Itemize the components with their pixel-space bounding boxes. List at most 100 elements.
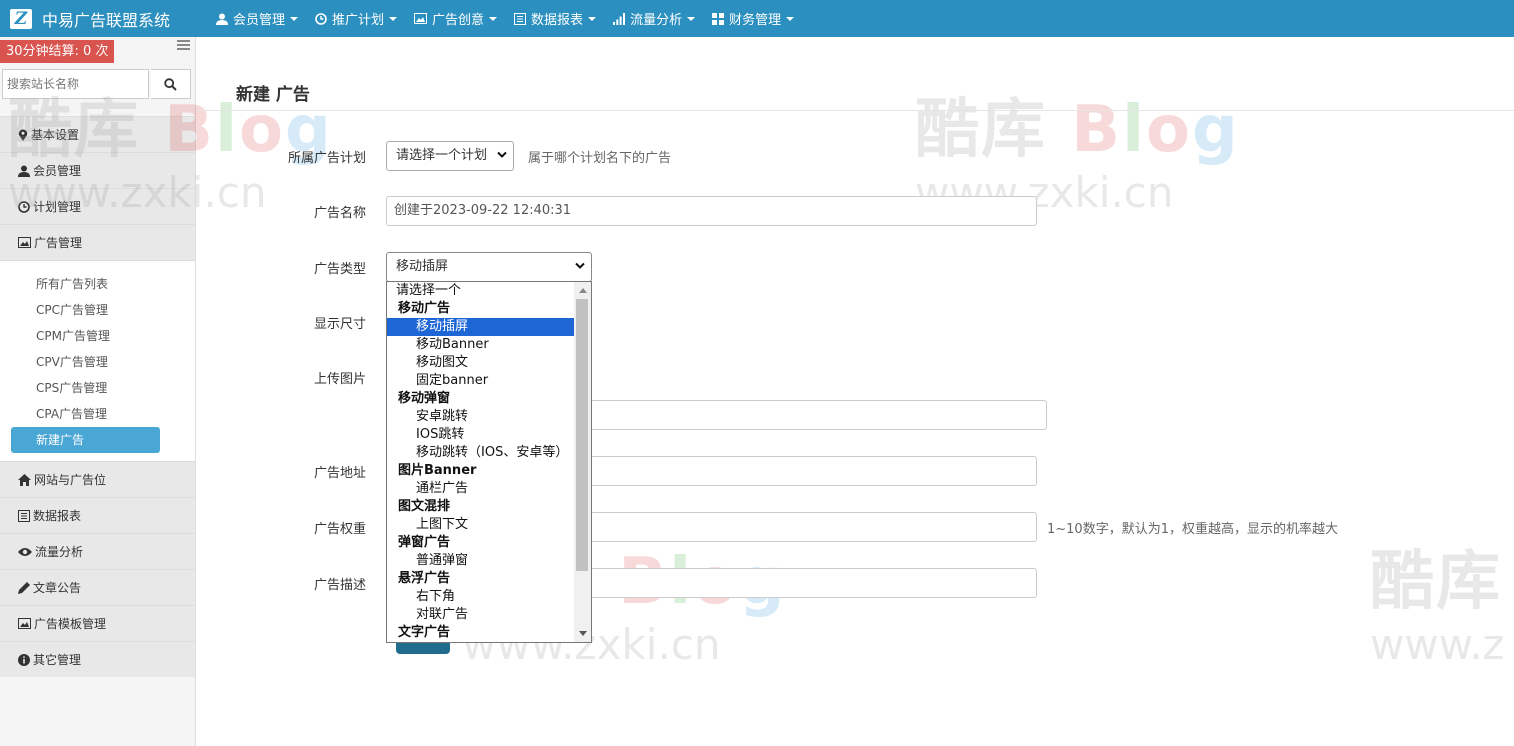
menu-ads[interactable]: 广告管理 <box>0 224 195 260</box>
menu-members[interactable]: 会员管理 <box>0 152 195 188</box>
chevron-down-icon <box>575 262 585 269</box>
ad-type-select[interactable]: 移动插屏 <box>386 252 592 282</box>
menu-label: 广告管理 <box>34 236 83 250</box>
list-icon <box>18 509 30 522</box>
chevron-down-icon <box>497 151 507 158</box>
menu-traffic[interactable]: 流量分析 <box>0 533 195 569</box>
nav-label: 数据报表 <box>531 13 584 28</box>
dropdown-option[interactable]: 上图下文 <box>387 516 575 534</box>
list-icon <box>514 12 527 25</box>
dropdown-optgroup: 移动弹窗 <box>398 391 451 406</box>
nav-item-creatives[interactable]: 广告创意 <box>414 9 498 28</box>
dropdown-options: 请选择一个 移动广告 移动插屏 移动Banner 移动图文 固定banner 移动弹窗 安卓跳… <box>387 282 575 642</box>
menu-articles[interactable]: 文章公告 <box>0 569 195 605</box>
menu-sites-zones[interactable]: 网站与广告位 <box>0 461 195 497</box>
caret-down-icon <box>588 16 597 21</box>
menu-label: 会员管理 <box>33 164 82 178</box>
dropdown-option[interactable]: 移动跳转（IOS、安卓等） <box>387 444 575 462</box>
nav-label: 会员管理 <box>233 13 286 28</box>
menu-label: 基本设置 <box>31 128 80 142</box>
nav-item-finance[interactable]: 财务管理 <box>712 9 795 28</box>
page-title: 新建 广告 <box>236 85 310 105</box>
nav-menu: 会员管理 推广计划 广告创意 数据报表 流量分析 财务管理 <box>216 0 811 37</box>
plan-label: 所属广告计划 <box>287 151 366 166</box>
dropdown-option[interactable]: IOS跳转 <box>387 426 575 444</box>
upload-label: 上传图片 <box>313 372 366 387</box>
dropdown-option-selected[interactable]: 移动插屏 <box>387 318 575 336</box>
sidebar-toggle-icon[interactable] <box>177 40 190 50</box>
ad-type-dropdown-list[interactable]: 请选择一个 移动广告 移动插屏 移动Banner 移动图文 固定banner 移动弹窗 安卓跳… <box>386 281 592 643</box>
menu-plans[interactable]: 计划管理 <box>0 188 195 224</box>
dropdown-option[interactable]: 安卓跳转 <box>387 408 575 426</box>
nav-label: 广告创意 <box>432 13 485 28</box>
menu-templates[interactable]: 广告模板管理 <box>0 605 195 641</box>
nav-item-members[interactable]: 会员管理 <box>216 9 299 28</box>
dropdown-optgroup: 弹窗广告 <box>398 535 451 550</box>
clock-icon <box>315 12 327 25</box>
dropdown-option[interactable]: 移动图文 <box>387 354 575 372</box>
submenu-cpv[interactable]: CPV广告管理 <box>0 349 195 375</box>
submenu-cpm[interactable]: CPM广告管理 <box>0 323 195 349</box>
grid-icon <box>712 12 725 25</box>
menu-label: 文章公告 <box>33 581 82 595</box>
submenu-cps[interactable]: CPS广告管理 <box>0 375 195 401</box>
search-input[interactable] <box>2 69 149 99</box>
clock-icon <box>18 200 30 213</box>
menu-other[interactable]: 其它管理 <box>0 641 195 677</box>
scroll-up-arrow-icon[interactable] <box>579 288 587 293</box>
menu-label: 流量分析 <box>35 545 84 559</box>
submenu-cpc[interactable]: CPC广告管理 <box>0 297 195 323</box>
dropdown-optgroup: 文字广告 <box>398 625 451 640</box>
watermark-text: 酷库 <box>915 93 1047 167</box>
dropdown-option[interactable]: 请选择一个 <box>387 282 575 300</box>
dropdown-option[interactable]: 右下角 <box>387 588 575 606</box>
menu-label: 计划管理 <box>33 200 82 214</box>
url-label: 广告地址 <box>313 466 366 481</box>
scroll-down-arrow-icon[interactable] <box>579 631 587 636</box>
submenu-new-ad[interactable]: 新建广告 <box>11 427 160 453</box>
pencil-icon <box>18 581 30 594</box>
menu-label: 其它管理 <box>33 653 82 667</box>
caret-down-icon <box>489 16 498 21</box>
dropdown-option[interactable]: 移动Banner <box>387 336 575 354</box>
top-navbar: Z 中易广告联盟系统 会员管理 推广计划 广告创意 数据报表 流量分析 财务管理 <box>0 0 1514 37</box>
nav-label: 财务管理 <box>729 13 782 28</box>
search-button[interactable] <box>151 69 191 99</box>
ad-name-input[interactable]: 创建于2023-09-22 12:40:31 <box>386 196 1037 226</box>
submenu-cpa[interactable]: CPA广告管理 <box>0 401 195 427</box>
settle-badge: 30分钟结算: 0 次 <box>0 40 115 63</box>
scrollbar-thumb[interactable] <box>576 299 588 571</box>
dropdown-scrollbar[interactable] <box>574 282 591 642</box>
dropdown-option[interactable]: 对联广告 <box>387 606 575 624</box>
watermark: 酷库 www.z <box>1370 545 1505 669</box>
caret-down-icon <box>290 16 299 21</box>
dropdown-option[interactable]: 固定banner <box>387 372 575 390</box>
search-icon <box>164 77 177 91</box>
plan-select[interactable]: 请选择一个计划 <box>386 141 514 171</box>
menu-basic-settings[interactable]: 基本设置 <box>0 116 195 152</box>
caret-down-icon <box>687 16 696 21</box>
ad-type-select-value: 移动插屏 <box>396 259 449 274</box>
sidebar-menu: 基本设置 会员管理 计划管理 广告管理 所有广告列表 CPC广告管理 CPM广告… <box>0 116 195 677</box>
brand-name: 中易广告联盟系统 <box>42 10 171 30</box>
info-icon <box>18 653 30 666</box>
dropdown-option[interactable]: 普通弹窗 <box>387 552 575 570</box>
menu-label: 数据报表 <box>33 509 82 523</box>
nav-item-plans[interactable]: 推广计划 <box>315 9 398 28</box>
nav-item-traffic[interactable]: 流量分析 <box>613 9 696 28</box>
dropdown-optgroup: 悬浮广告 <box>398 571 451 586</box>
submenu-all-ads[interactable]: 所有广告列表 <box>0 271 195 297</box>
weight-help: 1~10数字，默认为1，权重越高，显示的机率越大 <box>1047 522 1338 537</box>
brand-logo: Z <box>10 8 32 29</box>
picture-icon <box>414 13 428 24</box>
nav-item-reports[interactable]: 数据报表 <box>514 9 597 28</box>
caret-down-icon <box>786 16 795 21</box>
brand[interactable]: Z 中易广告联盟系统 <box>0 0 196 37</box>
picture-icon <box>18 237 31 248</box>
dropdown-option[interactable]: 通栏广告 <box>387 480 575 498</box>
sidebar-search <box>2 69 191 99</box>
name-label: 广告名称 <box>313 206 366 221</box>
sidebar: 30分钟结算: 0 次 基本设置 会员管理 计划管理 广告管理 所有广告列表 C… <box>0 37 196 746</box>
menu-reports[interactable]: 数据报表 <box>0 497 195 533</box>
signal-icon <box>613 12 626 25</box>
